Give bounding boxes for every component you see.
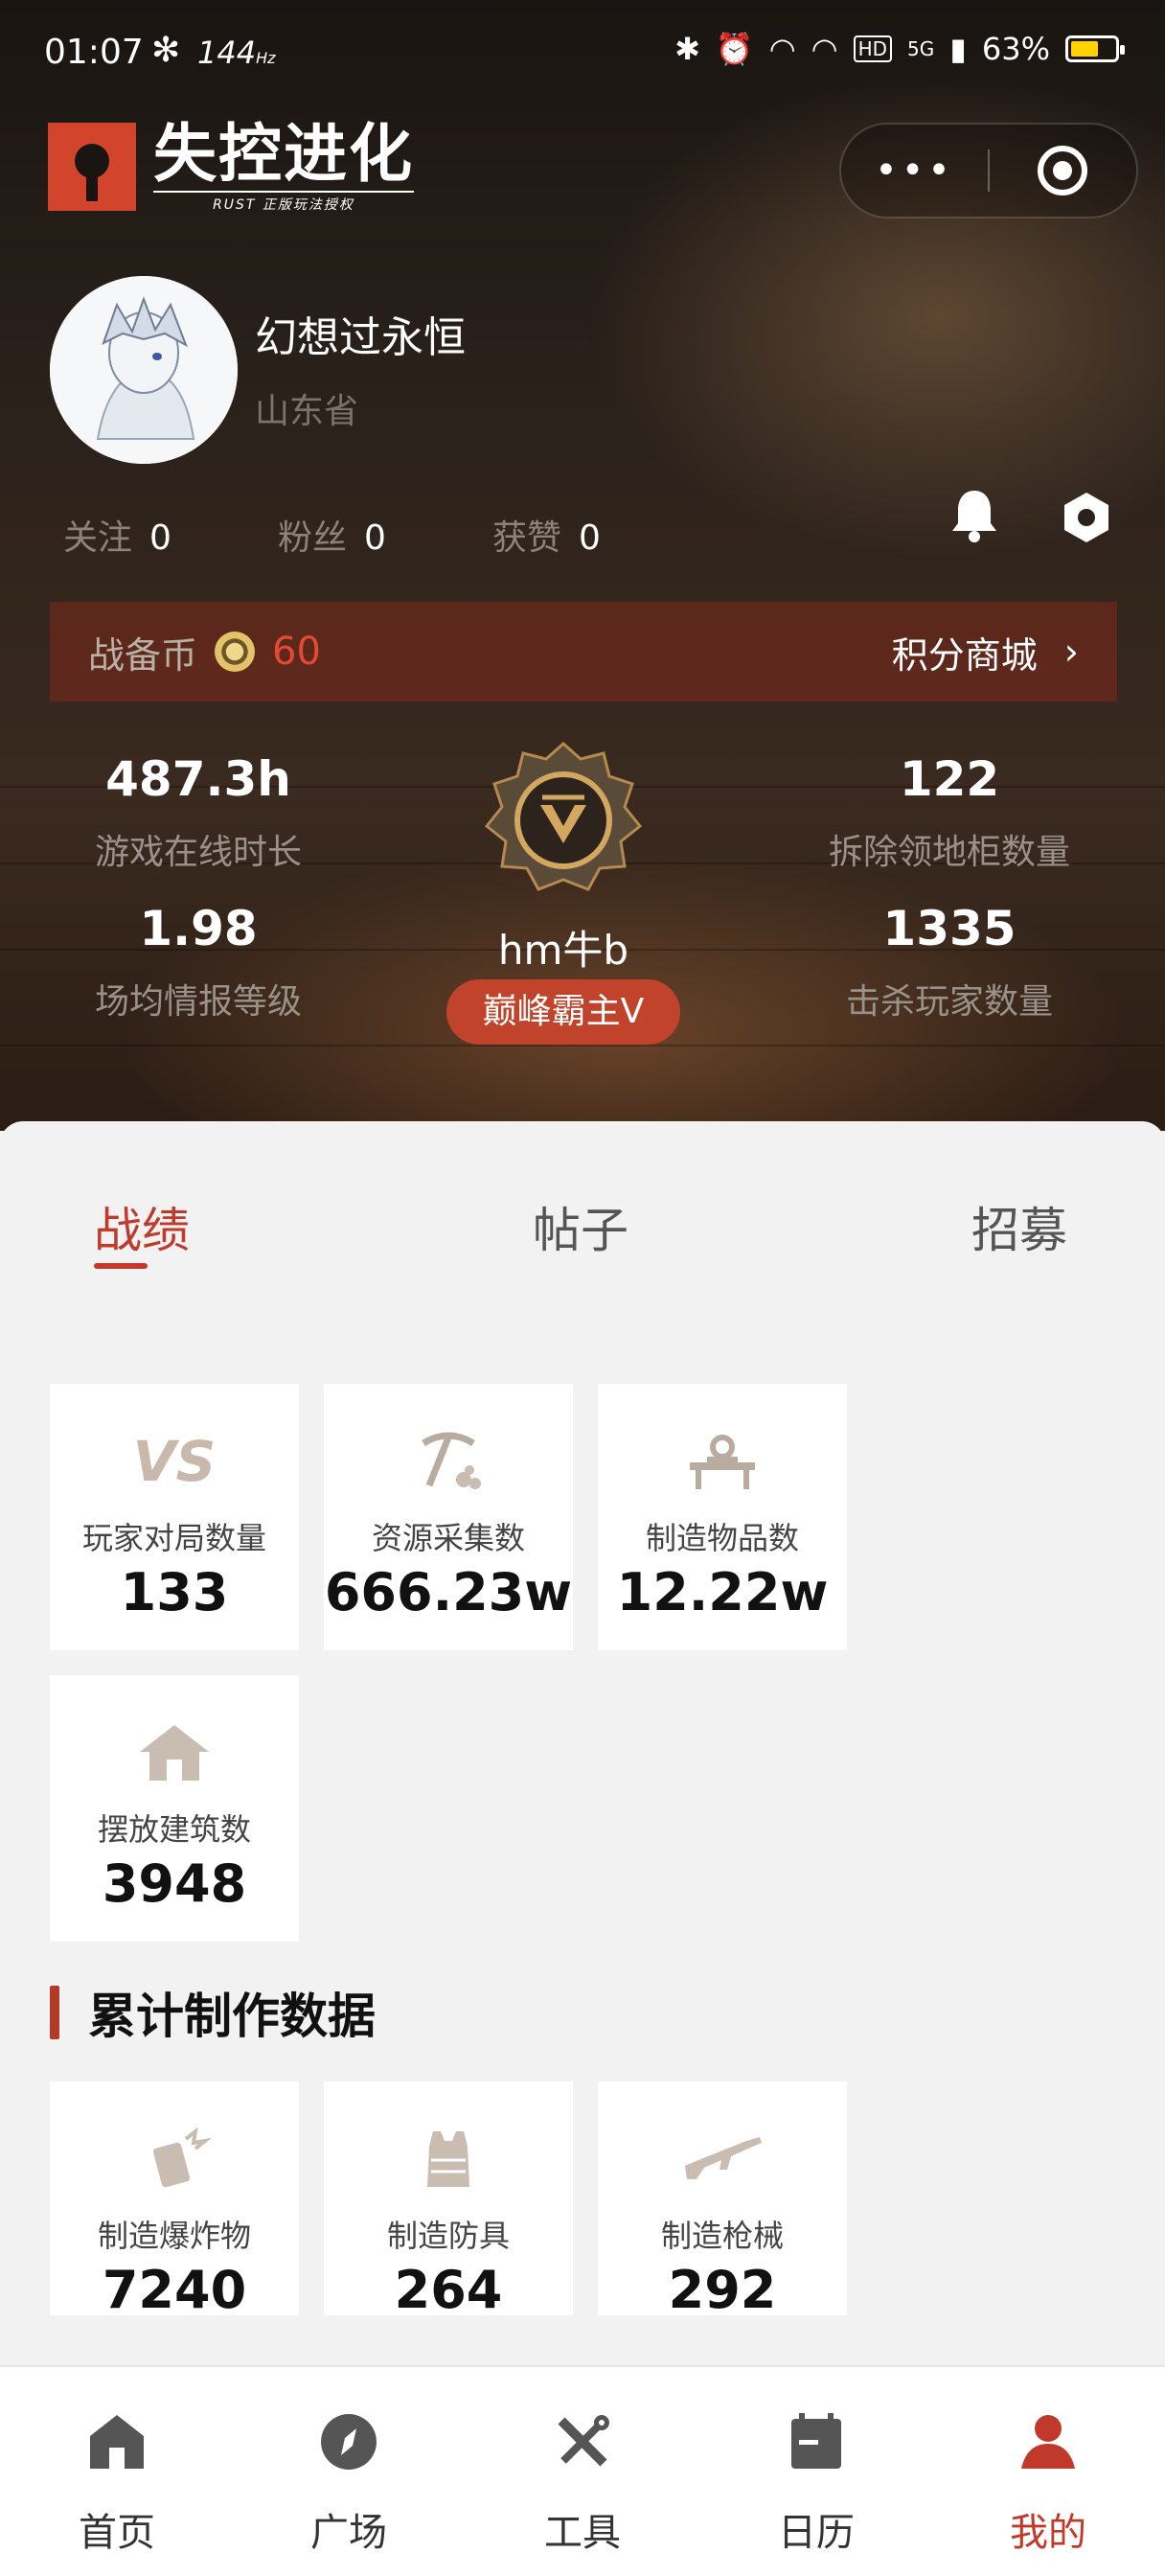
rank-title-badge: 巅峰霸主V <box>446 979 680 1045</box>
logo-mark-icon <box>48 123 136 211</box>
wifi-secondary-icon: ◠ <box>811 31 838 67</box>
coin-label: 战备币 <box>88 633 198 677</box>
settings-icon[interactable] <box>1058 489 1115 546</box>
app-logo: 失控进化 RUST 正版玩法授权 <box>48 117 414 214</box>
tab-records[interactable]: 战绩 <box>94 1192 190 1261</box>
battery-percent: 63% <box>981 31 1050 67</box>
compass-icon <box>253 2405 445 2478</box>
alarm-icon: ⏰ <box>715 31 754 67</box>
status-bar: 01:07 ✻ 144Hz ✱ ⏰ ◠ ◠ HD 5G ▮ 63% <box>0 0 1165 107</box>
points-mall-link[interactable]: 积分商城 <box>892 626 1038 678</box>
workbench-icon <box>598 1430 847 1493</box>
more-button[interactable]: ••• <box>841 149 988 193</box>
province: 山东省 <box>255 392 359 431</box>
explosive-icon <box>50 2128 299 2191</box>
record-card-matches: VS 玩家对局数量 133 <box>50 1384 299 1650</box>
vs-icon: VS <box>132 1429 217 1494</box>
nav-calendar[interactable]: 日历 <box>720 2405 912 2557</box>
floor-plank <box>0 1045 1165 1046</box>
chevron-right-icon[interactable]: › <box>1064 631 1079 673</box>
section-accent-bar <box>50 1986 59 2039</box>
nav-tools[interactable]: 工具 <box>487 2405 678 2557</box>
likes-count[interactable]: 获赞 0 <box>492 510 707 560</box>
coin-bar: 战备币 60 积分商城 › <box>50 602 1117 702</box>
stat-intel-level: 1.98 场均情报等级 <box>94 901 302 1022</box>
bell-icon[interactable] <box>945 485 1004 544</box>
hd-icon: HD <box>853 35 893 62</box>
avatar[interactable] <box>50 276 238 464</box>
profile-tabs: 战绩 帖子 招募 <box>0 1192 1165 1298</box>
record-card-crafted: 制造物品数 12.22w <box>598 1384 847 1650</box>
tools-icon <box>487 2405 678 2478</box>
tab-posts[interactable]: 帖子 <box>533 1192 628 1261</box>
bottom-nav: 首页 广场 工具 日历 我的 <box>0 2365 1165 2576</box>
logo-title: 失控进化 <box>153 117 414 191</box>
nav-home[interactable]: 首页 <box>21 2405 213 2557</box>
craft-card-guns: 制造枪械 292 <box>598 2082 847 2320</box>
record-card-resources: 资源采集数 666.23w <box>324 1384 573 1650</box>
pickaxe-icon <box>324 1430 573 1493</box>
stat-cabinets: 122 拆除领地柜数量 <box>828 751 1070 872</box>
battery-icon <box>1065 35 1125 62</box>
stat-kills: 1335 击杀玩家数量 <box>845 901 1053 1022</box>
craft-card-armor: 制造防具 264 <box>324 2082 573 2320</box>
stat-online-hours: 487.3h 游戏在线时长 <box>94 751 302 872</box>
miniprogram-capsule: ••• <box>839 123 1138 218</box>
social-counts: 关注 0 粉丝 0 获赞 0 <box>63 510 707 560</box>
network-label: 5G <box>907 37 935 60</box>
record-card-buildings: 摆放建筑数 3948 <box>50 1675 299 1942</box>
section-title: 累计制作数据 <box>88 1989 376 2044</box>
target-icon <box>1038 146 1088 196</box>
rifle-icon <box>598 2128 847 2191</box>
wifi-icon: ◠ <box>768 31 796 67</box>
craft-card-explosives: 制造爆炸物 7240 <box>50 2082 299 2320</box>
fans-count[interactable]: 粉丝 0 <box>278 510 492 560</box>
active-tab-indicator <box>94 1263 148 1269</box>
armor-vest-icon <box>324 2128 573 2191</box>
tab-recruit[interactable]: 招募 <box>971 1192 1067 1261</box>
house-icon <box>50 1721 299 1784</box>
rank-badge-icon[interactable] <box>481 738 646 903</box>
signal-icon: ▮ <box>949 31 967 67</box>
logo-subtitle: RUST 正版玩法授权 <box>153 191 414 214</box>
status-icons: ✱ ⏰ ◠ ◠ HD 5G ▮ 63% <box>674 31 1125 67</box>
user-icon <box>952 2405 1144 2478</box>
calendar-icon <box>720 2405 912 2478</box>
nav-square[interactable]: 广场 <box>253 2405 445 2557</box>
craft-section-header: 累计制作数据 <box>50 1978 376 2047</box>
status-time: 01:07 <box>44 33 144 72</box>
bluetooth-icon: ✱ <box>674 31 700 67</box>
follow-count[interactable]: 关注 0 <box>63 510 278 560</box>
username: 幻想过永恒 <box>255 313 466 362</box>
close-miniprogram-button[interactable] <box>990 146 1136 196</box>
fan-icon: ✻ <box>151 31 181 70</box>
nav-mine[interactable]: 我的 <box>952 2405 1144 2557</box>
rank-name: hm牛b <box>497 927 629 974</box>
coin-value: 60 <box>272 630 321 674</box>
home-icon <box>21 2405 213 2478</box>
profile-header: 01:07 ✻ 144Hz ✱ ⏰ ◠ ◠ HD 5G ▮ 63% 失控进化 R… <box>0 0 1165 1131</box>
refresh-rate: 144Hz <box>197 34 276 71</box>
coin-icon <box>215 632 256 672</box>
